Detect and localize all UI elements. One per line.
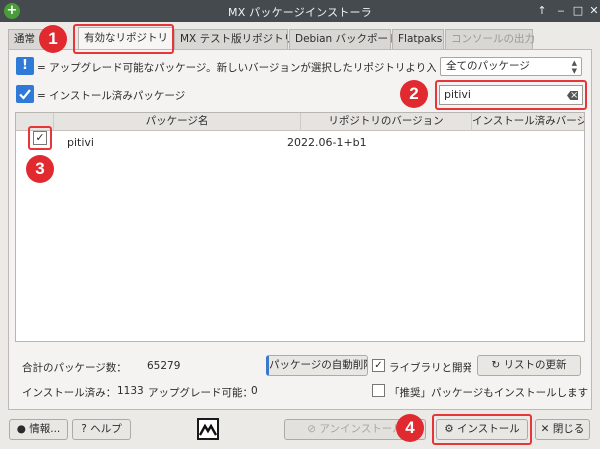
- clear-text-icon[interactable]: [567, 91, 578, 100]
- updown-arrows-icon: ▲ ▼: [571, 59, 577, 75]
- callout-badge-1: 1: [39, 25, 67, 53]
- filter-selected-value: 全てのパッケージ: [446, 60, 530, 72]
- installed-count-value: 1133: [117, 385, 144, 397]
- minimize-icon[interactable]: ‒: [553, 3, 569, 19]
- refresh-list-button[interactable]: ↻ リストの更新: [477, 355, 581, 376]
- header-installed-version[interactable]: インストール済みバージョン: [472, 113, 584, 131]
- auto-remove-button[interactable]: パッケージの自動削除: [266, 355, 368, 376]
- tab-mx-test-repo[interactable]: MX テスト版リポジトリ: [174, 29, 294, 49]
- help-button[interactable]: ? ヘルプ: [72, 419, 131, 440]
- package-table: パッケージ名 リポジトリのバージョン インストール済みバージョン pitivi …: [15, 112, 585, 342]
- tab-enabled-repos[interactable]: 有効なリポジトリ: [78, 27, 173, 49]
- refresh-icon: ↻: [491, 359, 504, 371]
- table-header: パッケージ名 リポジトリのバージョン インストール済みバージョン: [16, 113, 584, 131]
- upgradable-count-label: アップグレード可能：: [148, 387, 253, 399]
- mx-logo-icon: [197, 418, 219, 440]
- tab-flatpaks[interactable]: Flatpaks: [392, 29, 444, 49]
- exclamation-icon: !: [16, 57, 34, 75]
- close-window-icon[interactable]: ✕: [586, 3, 600, 19]
- close-label: 閉じる: [552, 423, 585, 435]
- row-checkbox[interactable]: ✓: [33, 131, 47, 145]
- refresh-label: リストの更新: [503, 359, 567, 371]
- search-value: pitivi: [444, 88, 471, 101]
- header-checkbox-column: [16, 113, 54, 131]
- help-label: ヘルプ: [90, 423, 122, 435]
- callout-badge-4: 4: [396, 414, 424, 442]
- tab-console-output[interactable]: コンソールの出力: [445, 29, 535, 49]
- window-title: MX パッケージインストーラ: [228, 6, 372, 19]
- upgradable-count-value: 0: [251, 385, 258, 397]
- header-repo-version[interactable]: リポジトリのバージョン: [301, 113, 472, 131]
- legend-upgradable: = アップグレード可能なパッケージ。新しいバージョンが選択したリポジトリより入手…: [37, 62, 436, 74]
- checkmark-icon: [16, 85, 34, 103]
- install-gear-icon: ⚙: [444, 423, 457, 435]
- recommends-checkbox[interactable]: [372, 384, 385, 397]
- info-label: 情報...: [29, 423, 61, 435]
- uninstall-icon: ⊘: [307, 423, 320, 435]
- title-bar: + MX パッケージインストーラ ↑ ‒ □ ✕: [0, 0, 600, 22]
- search-input[interactable]: pitivi: [439, 85, 583, 105]
- total-packages-value: 65279: [147, 360, 181, 372]
- recommends-label: 「推奨」パッケージもインストールします: [389, 387, 589, 399]
- close-button[interactable]: ✕ 閉じる: [535, 419, 590, 440]
- tab-debian-backports[interactable]: Debian バックポート: [289, 29, 399, 49]
- help-icon: ?: [81, 423, 91, 435]
- close-icon: ✕: [540, 423, 553, 435]
- table-row[interactable]: pitivi 2022.06-1+b1: [16, 132, 584, 154]
- callout-badge-2: 2: [400, 80, 428, 108]
- row-repo-version: 2022.06-1+b1: [287, 136, 367, 149]
- uninstall-label: アンインストール: [319, 423, 403, 435]
- header-package-name[interactable]: パッケージ名: [54, 113, 301, 131]
- callout-badge-3: 3: [26, 155, 54, 183]
- libs-dev-label: ライブラリと開発: [389, 362, 471, 374]
- info-button[interactable]: ● 情報...: [9, 419, 68, 440]
- keep-above-icon[interactable]: ↑: [534, 3, 550, 19]
- info-icon: ●: [16, 423, 30, 435]
- legend-installed: = インストール済みパッケージ: [37, 90, 186, 102]
- libs-dev-checkbox[interactable]: ✓: [372, 359, 385, 372]
- maximize-icon[interactable]: □: [570, 3, 586, 19]
- row-package-name: pitivi: [67, 136, 94, 149]
- installed-count-label: インストール済み：: [22, 387, 117, 399]
- install-button[interactable]: ⚙ インストール: [436, 419, 528, 440]
- package-filter-select[interactable]: 全てのパッケージ ▲ ▼: [440, 57, 582, 76]
- total-packages-label: 合計のパッケージ数：: [22, 362, 127, 374]
- install-label: インストール: [456, 423, 520, 435]
